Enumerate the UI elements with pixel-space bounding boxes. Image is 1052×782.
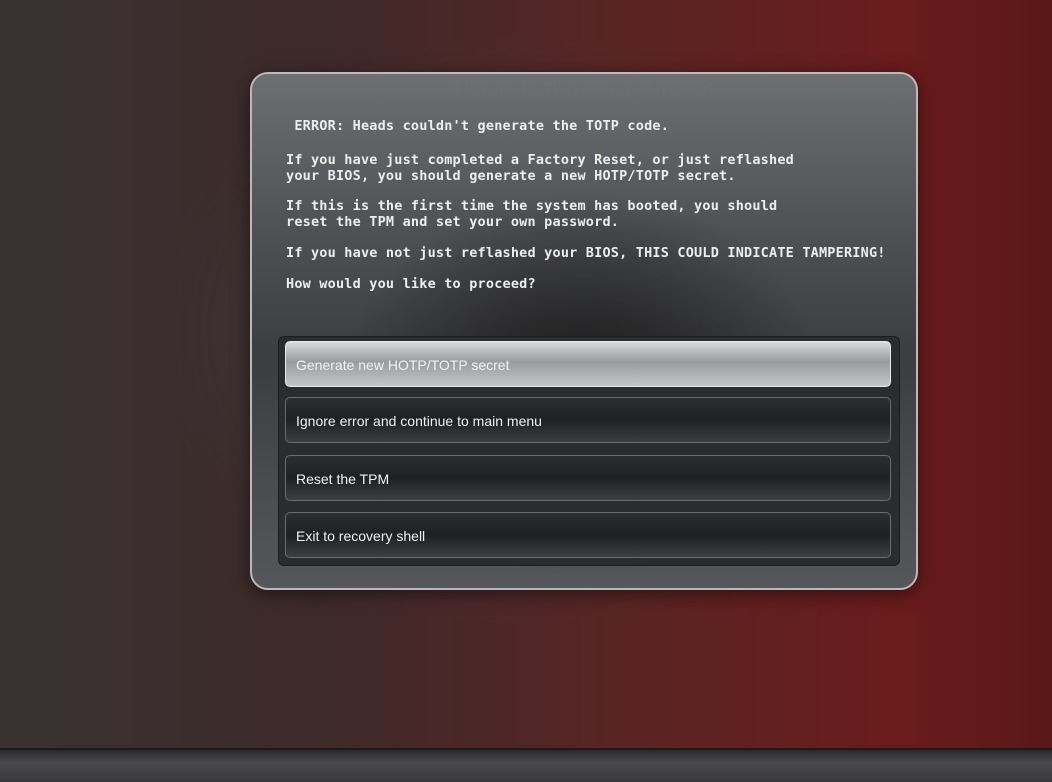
menu-item-generate-secret[interactable]: Generate new HOTP/TOTP secret (285, 341, 891, 387)
menu-item-ignore-error[interactable]: Ignore error and continue to main menu (285, 397, 891, 443)
dialog-title: ERROR: TOTP Generation Failed! (453, 80, 715, 99)
error-message-line: ERROR: Heads couldn't generate the TOTP … (286, 118, 670, 134)
proceed-prompt: How would you like to proceed? (286, 276, 536, 292)
factory-reset-message-line: your BIOS, you should generate a new HOT… (286, 168, 736, 184)
error-dialog: ERROR: TOTP Generation Failed! ERROR: He… (250, 72, 918, 590)
monitor-bezel (0, 748, 1052, 782)
options-menu: Generate new HOTP/TOTP secret Ignore err… (278, 336, 900, 566)
menu-item-reset-tpm[interactable]: Reset the TPM (285, 455, 891, 501)
tampering-warning-line: If you have not just reflashed your BIOS… (286, 245, 886, 261)
first-boot-message-line: reset the TPM and set your own password. (286, 214, 620, 230)
menu-item-recovery-shell[interactable]: Exit to recovery shell (285, 512, 891, 558)
first-boot-message-line: If this is the first time the system has… (286, 198, 778, 214)
factory-reset-message-line: If you have just completed a Factory Res… (286, 152, 794, 168)
